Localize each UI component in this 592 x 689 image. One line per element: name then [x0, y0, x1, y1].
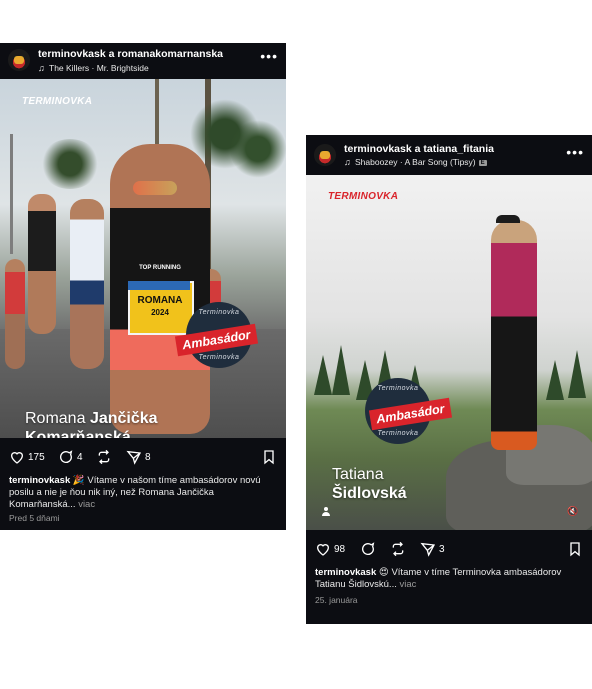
music-note-icon: ♫: [344, 157, 351, 167]
caption-more-link[interactable]: viac: [78, 499, 95, 510]
ambassador-name: Tatiana Šidlovská: [332, 465, 407, 503]
caption-emoji: 🎉: [72, 475, 85, 486]
send-icon: [420, 542, 436, 557]
share-count: 8: [145, 451, 151, 463]
avatar[interactable]: [314, 144, 336, 166]
more-options-icon[interactable]: •••: [260, 49, 278, 63]
badge-ring-top: Terminovka: [377, 385, 419, 392]
badge-ring-bottom: Terminovka: [377, 430, 419, 437]
name-last: Komarňanská: [25, 429, 131, 438]
terminovka-logo: TERMINOVKA: [22, 96, 93, 107]
name-first: Romana: [25, 410, 86, 427]
like-button[interactable]: 175: [9, 448, 45, 466]
repost-button[interactable]: [390, 540, 406, 558]
repost-icon: [392, 541, 404, 557]
post-date: Pred 5 dňami: [9, 513, 60, 523]
speaker-muted-icon[interactable]: 🔇: [567, 506, 579, 516]
name-middle: Jančička: [89, 410, 158, 427]
bookmark-icon: [570, 542, 580, 557]
comment-icon: [362, 542, 375, 555]
music-track: Shaboozey · A Bar Song (Tipsy): [355, 157, 476, 167]
action-bar: 175 4 8: [0, 448, 286, 470]
action-bar: 98 3: [306, 540, 592, 562]
post-usernames[interactable]: terminovkask a tatiana_fitania: [344, 143, 494, 155]
music-info[interactable]: ♫ Shaboozey · A Bar Song (Tipsy) E: [344, 157, 487, 167]
caption-username[interactable]: terminovkask: [9, 475, 70, 486]
share-button[interactable]: 8: [126, 448, 151, 466]
photo-race-scene: ROMANA 2024 TOP RUNNING: [0, 79, 286, 438]
caption-more-link[interactable]: viac: [400, 579, 417, 590]
repost-icon: [98, 449, 110, 465]
like-button[interactable]: 98: [315, 540, 345, 558]
shirt-brand: TOP RUNNING: [139, 265, 181, 271]
post-caption: terminovkask 🎉 Vítame v našom tíme ambas…: [9, 475, 277, 511]
caption-username[interactable]: terminovkask: [315, 567, 376, 578]
name-first: Tatiana: [332, 466, 384, 483]
post-caption: terminovkask 😍 Vítame v tíme Terminovka …: [315, 567, 583, 591]
save-button[interactable]: [567, 540, 583, 558]
post-tatiana: terminovkask a tatiana_fitania ♫ Shabooze…: [306, 135, 592, 624]
music-track: The Killers · Mr. Brightside: [49, 63, 149, 73]
post-header: terminovkask a romanakomarnanska ♫ The Ki…: [0, 43, 286, 79]
comment-button[interactable]: [360, 540, 376, 558]
caption-emoji: 😍: [378, 567, 389, 578]
heart-icon: [10, 452, 24, 464]
send-icon: [126, 450, 142, 465]
post-header: terminovkask a tatiana_fitania ♫ Shabooze…: [306, 135, 592, 171]
more-options-icon[interactable]: •••: [566, 145, 584, 159]
explicit-badge: E: [478, 160, 487, 166]
comment-count: 4: [77, 451, 83, 463]
bookmark-icon: [264, 450, 274, 465]
music-note-icon: ♫: [38, 63, 45, 73]
post-media[interactable]: ROMANA 2024 TOP RUNNING TERMINOVKA Roman…: [0, 79, 286, 438]
badge-ring-bottom: Terminovka: [198, 354, 240, 361]
bib-year: 2024: [151, 308, 169, 317]
music-info[interactable]: ♫ The Killers · Mr. Brightside: [38, 63, 149, 73]
post-date: 25. januára: [315, 595, 358, 605]
comment-icon: [60, 450, 73, 463]
bib-name: ROMANA: [137, 295, 183, 306]
ambassador-name: Romana Jančička Komarňanská: [25, 409, 158, 438]
share-button[interactable]: 3: [420, 540, 445, 558]
comment-button[interactable]: 4: [58, 448, 83, 466]
like-count: 175: [28, 451, 45, 463]
terminovka-logo: TERMINOVKA: [328, 191, 399, 202]
badge-ring-top: Terminovka: [198, 309, 240, 316]
post-media[interactable]: TERMINOVKA Tatiana Šidlovská 🔇: [306, 175, 592, 530]
share-count: 3: [439, 543, 445, 555]
person-tag-icon[interactable]: [321, 507, 331, 517]
post-usernames[interactable]: terminovkask a romanakomarnanska: [38, 48, 223, 60]
like-count: 98: [334, 543, 346, 555]
name-last: Šidlovská: [332, 485, 407, 502]
post-romana: terminovkask a romanakomarnanska ♫ The Ki…: [0, 43, 286, 530]
save-button[interactable]: [261, 448, 277, 466]
heart-icon: [316, 544, 330, 556]
avatar[interactable]: [8, 49, 30, 71]
repost-button[interactable]: [96, 448, 112, 466]
